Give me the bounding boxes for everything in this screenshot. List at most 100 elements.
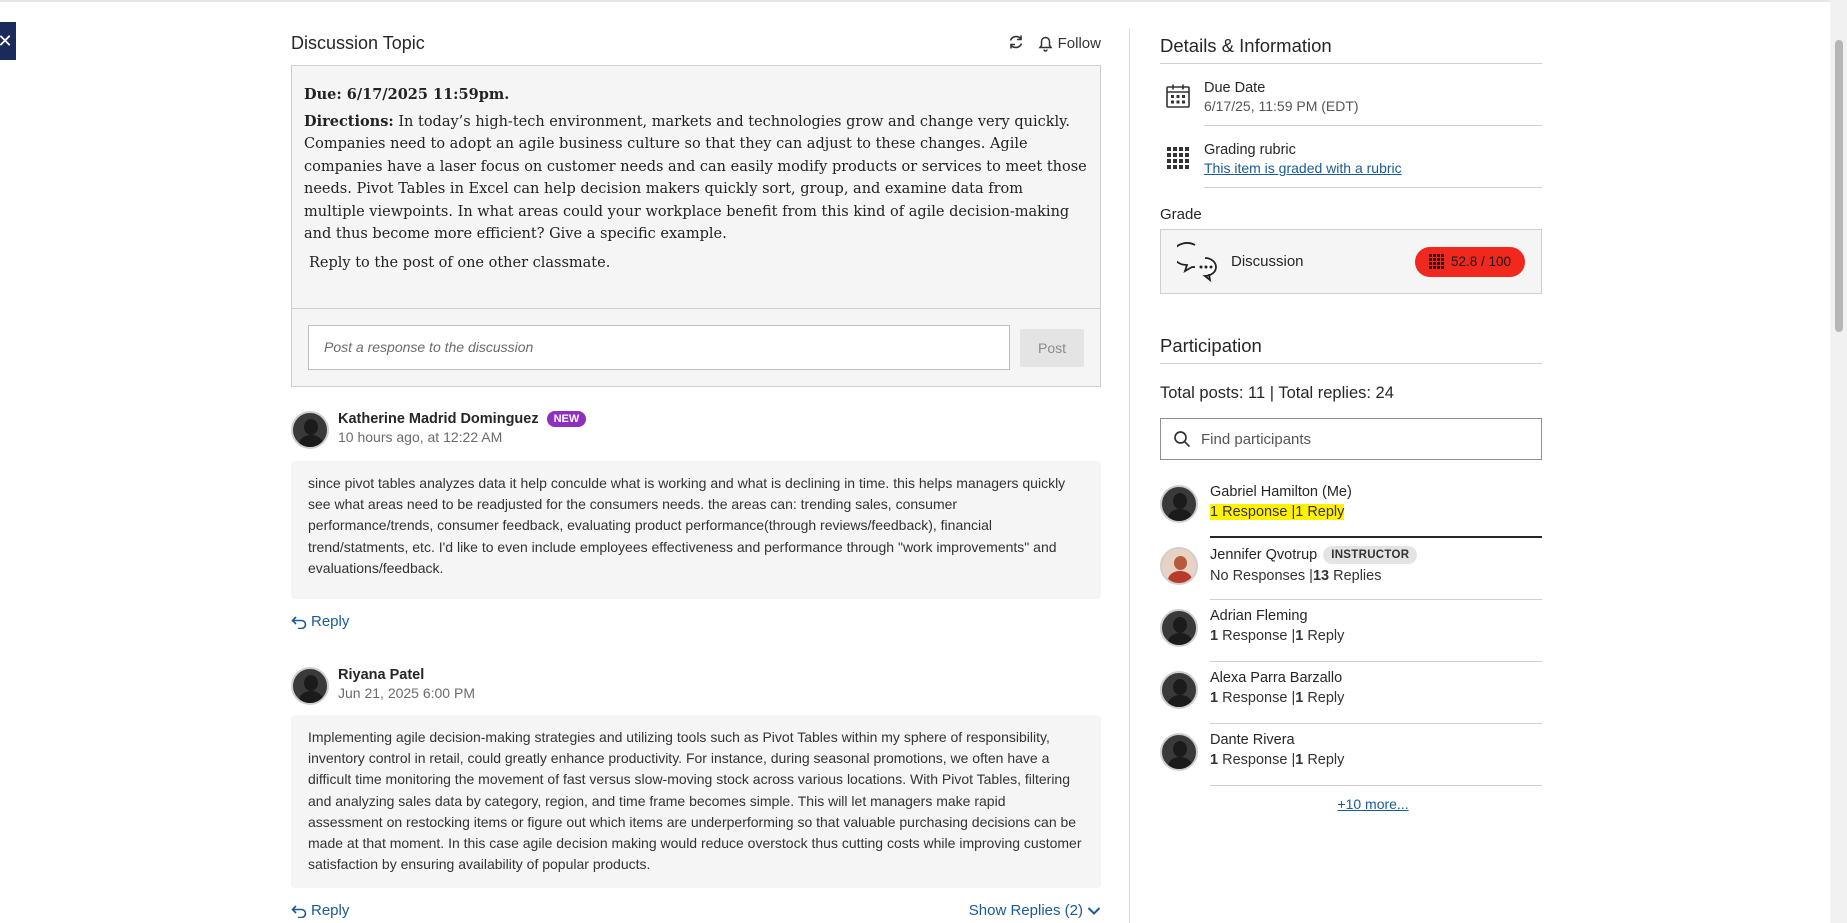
response-label: Response xyxy=(1218,628,1292,644)
participant-stats: 1 Response |1 Reply xyxy=(1210,628,1345,644)
participant-item[interactable]: Adrian Fleming 1 Response |1 Reply xyxy=(1160,600,1542,662)
participation-totals: Total posts: 11 | Total replies: 24 xyxy=(1160,384,1394,402)
avatar xyxy=(1160,733,1198,771)
reply-arrow-icon xyxy=(291,615,307,629)
participant-name-text: Adrian Fleming xyxy=(1210,608,1308,624)
reply-label: Reply xyxy=(1303,752,1345,768)
refresh-icon xyxy=(1009,35,1022,48)
top-border xyxy=(0,0,1847,2)
topic-directions: Directions: In today’s high-tech environ… xyxy=(304,111,1088,246)
reply-label: Reply xyxy=(1303,628,1345,644)
reply-button[interactable]: Reply xyxy=(291,613,349,630)
discussion-bubbles-icon xyxy=(1177,241,1217,282)
avatar[interactable] xyxy=(291,411,329,449)
due-date-label: Due Date xyxy=(1204,80,1266,96)
close-panel-button[interactable]: ✕ xyxy=(0,22,16,60)
avatar xyxy=(1160,547,1198,585)
topic-body: Due: 6/17/2025 11:59pm. Directions: In t… xyxy=(292,66,1100,308)
participant-stats: 1 Response |1 Reply xyxy=(1210,504,1542,520)
directions-label: Directions: xyxy=(304,112,394,130)
participant-item[interactable]: Dante Rivera 1 Response |1 Reply xyxy=(1160,724,1542,786)
response-label: Response xyxy=(1218,690,1292,706)
post-content: since pivot tables analyzes data it help… xyxy=(291,461,1101,599)
grade-score: 52.8 / 100 xyxy=(1450,254,1511,269)
participant-info: Adrian Fleming 1 Response |1 Reply xyxy=(1210,608,1542,662)
response-count: 1 xyxy=(1210,690,1219,706)
reply-label: Reply xyxy=(1303,504,1345,520)
author-name[interactable]: Riyana Patel xyxy=(338,667,424,683)
post-actions: Reply Show Replies (2) xyxy=(291,902,1101,919)
participant-stats-highlight: 1 Response |1 Reply xyxy=(1210,504,1345,520)
find-participants-input[interactable]: Find participants xyxy=(1160,418,1542,460)
participant-name: Dante Rivera xyxy=(1210,732,1542,748)
participant-stats: 1 Response |1 Reply xyxy=(1210,690,1345,706)
new-badge: NEW xyxy=(546,411,587,427)
close-icon: ✕ xyxy=(0,30,13,51)
response-label: Response xyxy=(1218,504,1292,520)
discussion-post: Riyana Patel Jun 21, 2025 6:00 PM Implem… xyxy=(291,667,1101,919)
page-title: Discussion Topic xyxy=(291,33,425,53)
post-author: Katherine Madrid Dominguez NEW 10 hours … xyxy=(291,411,1101,449)
response-input[interactable]: Post a response to the discussion xyxy=(308,325,1010,370)
column-divider xyxy=(1129,28,1130,923)
avatar xyxy=(1160,609,1198,647)
post-timestamp: 10 hours ago, at 12:22 AM xyxy=(338,429,503,445)
chevron-down-icon xyxy=(1087,906,1101,915)
rubric-grid-icon xyxy=(1164,144,1192,172)
author-name[interactable]: Katherine Madrid Dominguez xyxy=(338,411,539,427)
rubric-row: Grading rubric This item is graded with … xyxy=(1160,126,1542,188)
participant-item[interactable]: Alexa Parra Barzallo 1 Response |1 Reply xyxy=(1160,662,1542,724)
grade-card[interactable]: Discussion 52.8 / 100 xyxy=(1160,229,1542,294)
due-date-info: Due Date 6/17/25, 11:59 PM (EDT) xyxy=(1204,80,1542,126)
participant-stats: 1 Response |1 Reply xyxy=(1210,752,1345,768)
reply-label: Replies xyxy=(1329,568,1382,584)
participant-stats: No Responses |13 Replies xyxy=(1210,568,1382,584)
grade-label: Grade xyxy=(1160,206,1202,223)
bell-icon xyxy=(1038,36,1053,52)
reply-arrow-icon xyxy=(291,904,307,918)
details-title: Details & Information xyxy=(1160,22,1542,64)
due-date-value: 6/17/25, 11:59 PM (EDT) xyxy=(1204,98,1359,114)
post-actions: Reply xyxy=(291,613,1101,630)
participant-info: Dante Rivera 1 Response |1 Reply xyxy=(1210,732,1542,786)
avatar xyxy=(1160,485,1198,523)
rubric-link[interactable]: This item is graded with a rubric xyxy=(1204,160,1542,176)
response-composer: Post a response to the discussion Post xyxy=(292,308,1100,386)
show-replies-label: Show Replies (2) xyxy=(968,902,1083,919)
scrollbar-thumb[interactable] xyxy=(1835,40,1843,332)
response-count: 1 xyxy=(1210,628,1219,644)
participant-name-text: Dante Rivera xyxy=(1210,732,1295,748)
participant-name: Jennifer Qvotrup INSTRUCTOR xyxy=(1210,546,1542,564)
post-button[interactable]: Post xyxy=(1020,328,1084,367)
show-replies-button[interactable]: Show Replies (2) xyxy=(969,902,1101,919)
participant-name-text: Jennifer Qvotrup xyxy=(1210,547,1318,563)
directions-text: In today’s high-tech environment, market… xyxy=(304,113,1087,243)
calendar-icon xyxy=(1164,82,1192,110)
reply-label: Reply xyxy=(311,613,350,630)
reply-button[interactable]: Reply xyxy=(291,902,349,919)
participant-item[interactable]: Gabriel Hamilton (Me) 1 Response |1 Repl… xyxy=(1160,476,1542,538)
response-count: 1 xyxy=(1210,752,1219,768)
response-count: No xyxy=(1210,568,1229,584)
avatar[interactable] xyxy=(291,667,329,705)
reply-instruction: Reply to the post of one other classmate… xyxy=(309,254,611,271)
post-content: Implementing agile decision-making strat… xyxy=(291,715,1101,888)
avatar xyxy=(1160,671,1198,709)
response-count: 1 xyxy=(1210,504,1219,520)
more-participants-link[interactable]: +10 more... xyxy=(1160,796,1542,812)
post-author: Riyana Patel Jun 21, 2025 6:00 PM xyxy=(291,667,1101,705)
follow-button[interactable]: Follow xyxy=(1038,35,1101,52)
participant-info: Gabriel Hamilton (Me) 1 Response |1 Repl… xyxy=(1210,484,1542,538)
response-label: Response xyxy=(1218,752,1292,768)
page-scrollbar[interactable] xyxy=(1830,0,1847,923)
participant-item[interactable]: Jennifer Qvotrup INSTRUCTOR No Responses … xyxy=(1160,538,1542,600)
grade-score-pill[interactable]: 52.8 / 100 xyxy=(1414,246,1525,277)
participant-name-text: Gabriel Hamilton (Me) xyxy=(1210,484,1352,500)
participant-info: Jennifer Qvotrup INSTRUCTOR No Responses … xyxy=(1210,546,1542,600)
rubric-info: Grading rubric This item is graded with … xyxy=(1204,142,1542,188)
grade-item-name: Discussion xyxy=(1231,253,1304,270)
topic-header: Discussion Topic Follow xyxy=(291,22,1101,65)
topic-box: Due: 6/17/2025 11:59pm. Directions: In t… xyxy=(291,65,1101,387)
post-timestamp: Jun 21, 2025 6:00 PM xyxy=(338,685,475,701)
refresh-button[interactable] xyxy=(1008,34,1024,54)
